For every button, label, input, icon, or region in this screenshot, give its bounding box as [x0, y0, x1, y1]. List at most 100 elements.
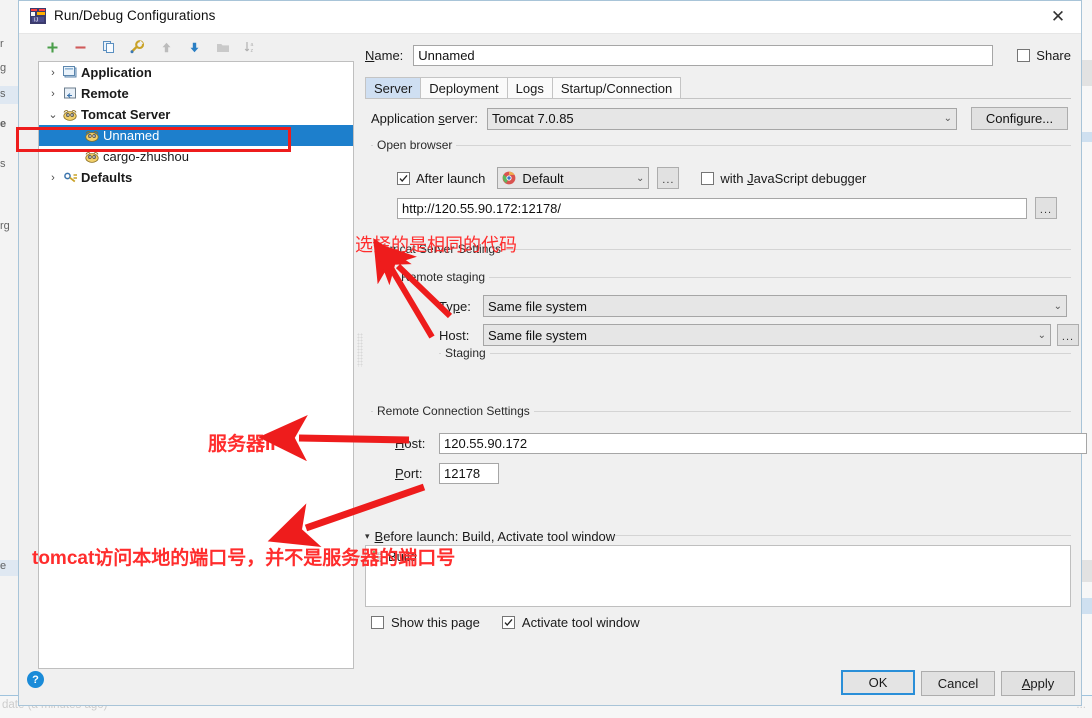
tree-node-application[interactable]: › Application	[39, 62, 353, 83]
chevron-down-icon: ⌄	[943, 113, 952, 124]
open-browser-group-title: Open browser	[373, 138, 457, 152]
chrome-icon	[502, 171, 516, 185]
list-item-label: Build	[388, 548, 417, 564]
tree-node-tomcat-server[interactable]: ⌄ Tomcat Server	[39, 104, 353, 125]
apply-button[interactable]: Apply	[1001, 671, 1075, 696]
name-input-value: Unnamed	[418, 48, 475, 63]
application-server-label: Application server:	[371, 111, 478, 126]
configurations-toolbar: a z	[19, 33, 349, 60]
chevron-right-icon[interactable]: ›	[45, 67, 61, 79]
chevron-right-icon[interactable]: ›	[45, 172, 61, 184]
staging-type-combo[interactable]: Same file system ⌄	[483, 295, 1067, 317]
tree-node-remote[interactable]: › Remote	[39, 83, 353, 104]
defaults-icon	[61, 171, 79, 185]
tree-node-label: cargo-zhushou	[103, 149, 189, 164]
add-button[interactable]	[42, 37, 62, 57]
tree-node-cargo-zhushou[interactable]: cargo-zhushou	[39, 146, 353, 167]
tomcat-icon	[83, 129, 101, 143]
bg-left-label-6: e	[0, 560, 7, 572]
sort-az-icon: a z	[241, 37, 261, 57]
staging-type-label: Type:	[439, 298, 471, 314]
wrench-icon[interactable]	[127, 37, 147, 57]
svg-text:01: 01	[377, 558, 381, 562]
bg-left-label-3: e	[0, 118, 7, 130]
staging-host-combo[interactable]: Same file system ⌄	[483, 324, 1051, 346]
staging-title: Staging	[441, 346, 490, 360]
staging-type-row: Type: Same file system ⌄	[439, 295, 1067, 317]
remote-staging-title: Remote staging	[397, 270, 490, 284]
js-debugger-checkbox[interactable]	[701, 171, 715, 185]
before-launch-list[interactable]: 01 10 01 Build	[365, 545, 1071, 607]
staging-host-row: Host: Same file system ⌄ ...	[439, 324, 1079, 346]
splitter-handle-icon[interactable]	[357, 333, 363, 367]
js-debugger-label: with JavaScript debugger	[720, 170, 867, 186]
tree-node-label: Application	[81, 65, 152, 80]
chevron-down-icon[interactable]: ⌄	[45, 108, 61, 121]
list-item[interactable]: 01 10 01 Build	[366, 546, 1070, 566]
open-browser-group: Open browser After launch Default ⌄ ... …	[371, 138, 1071, 231]
tab-logs[interactable]: Logs	[506, 77, 553, 99]
before-launch-title: Before launch: Build, Activate tool wind…	[374, 529, 616, 544]
cancel-button-label: Cancel	[937, 676, 979, 691]
browser-url-row: http://120.55.90.172:12178/ ...	[397, 197, 1057, 219]
tab-startup-connection[interactable]: Startup/Connection	[551, 77, 682, 99]
tab-bar: Server Deployment Logs Startup/Connectio…	[365, 77, 682, 99]
background-editor-left-strip: r g s e s rg e d	[0, 0, 19, 718]
tree-node-label: Defaults	[81, 170, 133, 185]
staging-type-value: Same file system	[488, 298, 587, 314]
configure-button[interactable]: Configure...	[971, 107, 1068, 130]
remote-port-label: Port:	[395, 466, 423, 481]
staging-host-value: Same file system	[488, 327, 587, 343]
tab-server[interactable]: Server	[365, 77, 422, 99]
arrow-down-icon[interactable]	[184, 37, 204, 57]
dialog-title-bar: IJ Run/Debug Configurations ✕	[19, 1, 1081, 34]
close-icon[interactable]: ✕	[1035, 1, 1081, 32]
staging-host-label: Host:	[439, 327, 470, 343]
bg-left-label-4: s	[0, 158, 6, 170]
remote-port-input[interactable]: 12178	[439, 463, 499, 484]
browser-combo[interactable]: Default ⌄	[497, 167, 650, 189]
remote-host-input[interactable]: 120.55.90.172	[439, 433, 1087, 454]
cancel-button[interactable]: Cancel	[921, 671, 995, 696]
tree-node-label: Tomcat Server	[81, 107, 171, 122]
browser-url-input[interactable]: http://120.55.90.172:12178/	[397, 197, 1027, 219]
svg-text:z: z	[251, 48, 254, 54]
help-icon[interactable]: ?	[27, 671, 44, 688]
intellij-idea-icon: IJ	[30, 8, 46, 24]
triangle-down-icon[interactable]: ▾	[365, 531, 370, 542]
tomcat-server-settings-title: Tomcat Server Settings	[373, 242, 506, 256]
tomcat-icon	[83, 150, 101, 164]
chevron-right-icon[interactable]: ›	[45, 88, 61, 100]
application-server-value: Tomcat 7.0.85	[492, 111, 574, 126]
after-launch-checkbox[interactable]	[397, 171, 410, 185]
tomcat-icon	[61, 108, 79, 122]
application-server-row: Application server: Tomcat 7.0.85 ⌄ Conf…	[371, 107, 1071, 130]
staging-subgroup: Staging	[439, 346, 1071, 363]
browser-combo-value: Default	[522, 170, 564, 186]
name-input[interactable]: Unnamed	[413, 45, 994, 66]
copy-icon[interactable]	[99, 37, 119, 57]
tree-node-defaults[interactable]: › Defaults	[39, 167, 353, 188]
browser-url-more-button[interactable]: ...	[1035, 197, 1057, 219]
name-label: Name:	[365, 48, 404, 63]
browser-settings-button[interactable]: ...	[657, 167, 680, 189]
dialog-footer: ? OK Cancel Apply	[19, 659, 1081, 705]
background-editor-right-strip	[1081, 0, 1092, 718]
application-server-combo[interactable]: Tomcat 7.0.85 ⌄	[487, 107, 957, 130]
activate-tool-window-checkbox[interactable]	[501, 616, 515, 629]
tree-node-unnamed[interactable]: Unnamed	[39, 125, 353, 146]
configure-button-label: Configure...	[985, 111, 1054, 126]
page-title: Run/Debug Configurations	[54, 8, 216, 23]
show-this-page-checkbox[interactable]	[371, 616, 384, 629]
arrow-up-icon	[156, 37, 176, 57]
panel-splitter[interactable]	[355, 61, 365, 669]
activate-tool-window-label: Activate tool window	[521, 615, 640, 630]
share-checkbox[interactable]	[1017, 49, 1031, 62]
tab-deployment[interactable]: Deployment	[420, 77, 508, 99]
staging-host-more-button[interactable]: ...	[1057, 324, 1079, 346]
remove-button[interactable]	[70, 37, 90, 57]
configurations-tree[interactable]: › Application › Remote ⌄ Tomcat Server U…	[38, 61, 354, 669]
ok-button[interactable]: OK	[841, 670, 915, 695]
before-launch-header[interactable]: ▾ Before launch: Build, Activate tool wi…	[365, 529, 615, 544]
show-this-page-label: Show this page	[391, 615, 480, 630]
